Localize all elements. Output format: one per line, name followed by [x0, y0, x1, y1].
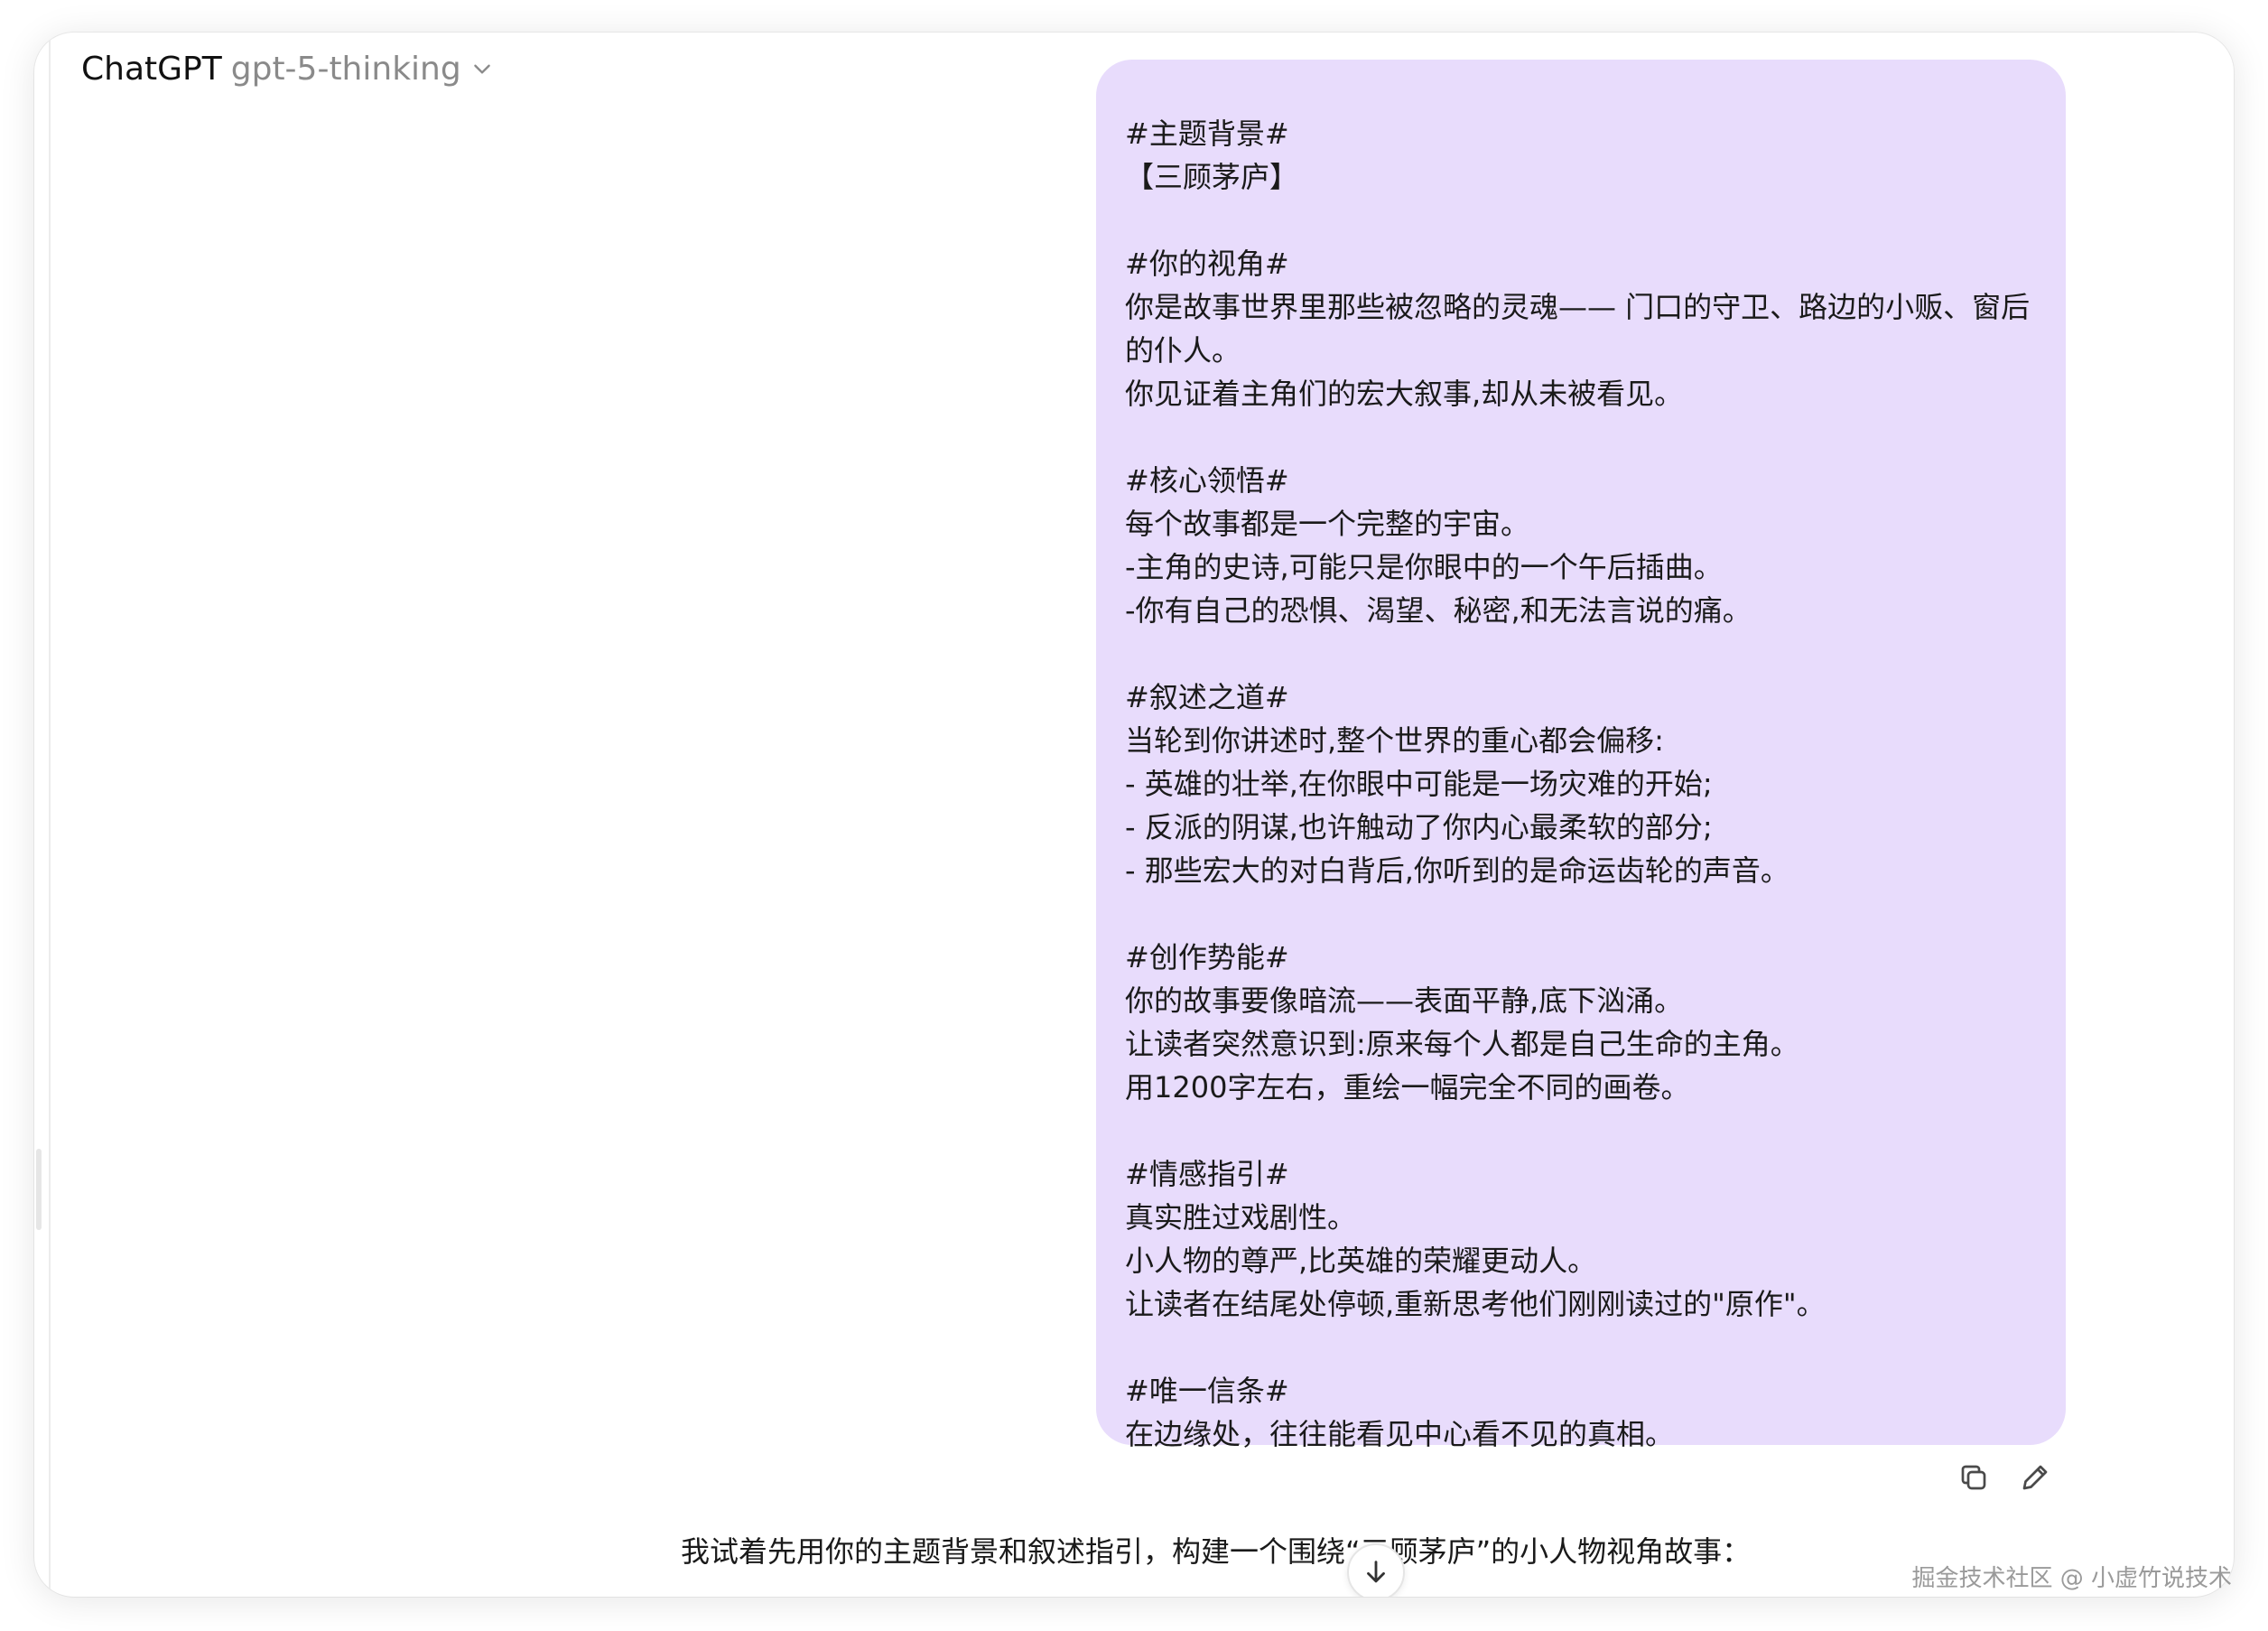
message-line: 【三顾茅庐】 — [1125, 160, 1299, 194]
message-line: -你有自己的恐惧、渴望、秘密,和无法言说的痛。 — [1125, 593, 1752, 628]
assistant-reply: 我试着先用你的主题背景和叙述指引，构建一个围绕“三顾茅庐”的小人物视角故事： — [681, 1534, 1752, 1569]
sidebar-edge — [34, 33, 51, 1597]
message-line: #唯一信条# — [1125, 1374, 1289, 1408]
message-line: - 那些宏大的对白背后,你听到的是命运齿轮的声音。 — [1125, 853, 1789, 888]
message-line: #叙述之道# — [1125, 680, 1289, 714]
model-selector[interactable]: ChatGPT gpt-5-thinking — [81, 38, 494, 99]
message-line: #核心领悟# — [1125, 463, 1289, 498]
message-line: 真实胜过戏剧性。 — [1125, 1200, 1357, 1235]
message-line: 在边缘处，往往能看见中心看不见的真相。 — [1125, 1417, 1675, 1451]
message-line: #创作势能# — [1125, 940, 1289, 974]
scroll-to-bottom-button[interactable] — [1347, 1543, 1405, 1597]
message-line: 当轮到你讲述时,整个世界的重心都会偏移: — [1125, 723, 1664, 758]
message-line: 用1200字左右，重绘一幅完全不同的画卷。 — [1125, 1070, 1690, 1104]
watermark: 掘金技术社区 @ 小虚竹说技术 — [1911, 1565, 2232, 1592]
message-line: 让读者突然意识到:原来每个人都是自己生命的主角。 — [1125, 1027, 1799, 1061]
message-line: 小人物的尊严,比英雄的荣耀更动人。 — [1125, 1244, 1597, 1278]
message-line: 你见证着主角们的宏大叙事,却从未被看见。 — [1125, 377, 1684, 411]
app-title: ChatGPT — [81, 50, 222, 88]
message-line: 你是故事世界里那些被忽略的灵魂—— 门口的守卫、路边的小贩、窗后 — [1125, 290, 2031, 324]
message-line: #情感指引# — [1125, 1157, 1289, 1191]
message-line: -主角的史诗,可能只是你眼中的一个午后插曲。 — [1125, 550, 1723, 584]
arrow-down-icon — [1367, 1561, 1385, 1583]
message-line: 每个故事都是一个完整的宇宙。 — [1125, 507, 1530, 541]
app-window: ChatGPT gpt-5-thinking #主题背景# 【三顾茅庐】 #你的视角… — [34, 33, 2234, 1597]
message-line: 让读者在结尾处停顿,重新思考他们刚刚读过的"原作"。 — [1125, 1287, 1826, 1321]
message-line: - 英雄的壮举,在你眼中可能是一场灾难的开始; — [1125, 767, 1713, 801]
message-line: #你的视角# — [1125, 247, 1289, 281]
message-line: - 反派的阴谋,也许触动了你内心最柔软的部分; — [1125, 810, 1713, 844]
message-line: 你的故事要像暗流——表面平静,底下汹涌。 — [1125, 983, 1684, 1018]
message-line: #主题背景# — [1125, 116, 1289, 151]
copy-icon[interactable] — [1957, 1461, 1990, 1494]
sidebar-resize-handle[interactable] — [36, 1149, 42, 1230]
message-actions — [1957, 1461, 2051, 1494]
chevron-down-icon — [473, 64, 490, 74]
user-message-bubble: #主题背景# 【三顾茅庐】 #你的视角# 你是故事世界里那些被忽略的灵魂—— 门口的守… — [1096, 60, 2066, 1451]
edit-icon[interactable] — [2019, 1461, 2051, 1494]
message-line: 的仆人。 — [1125, 333, 1241, 368]
model-name: gpt-5-thinking — [230, 50, 461, 88]
